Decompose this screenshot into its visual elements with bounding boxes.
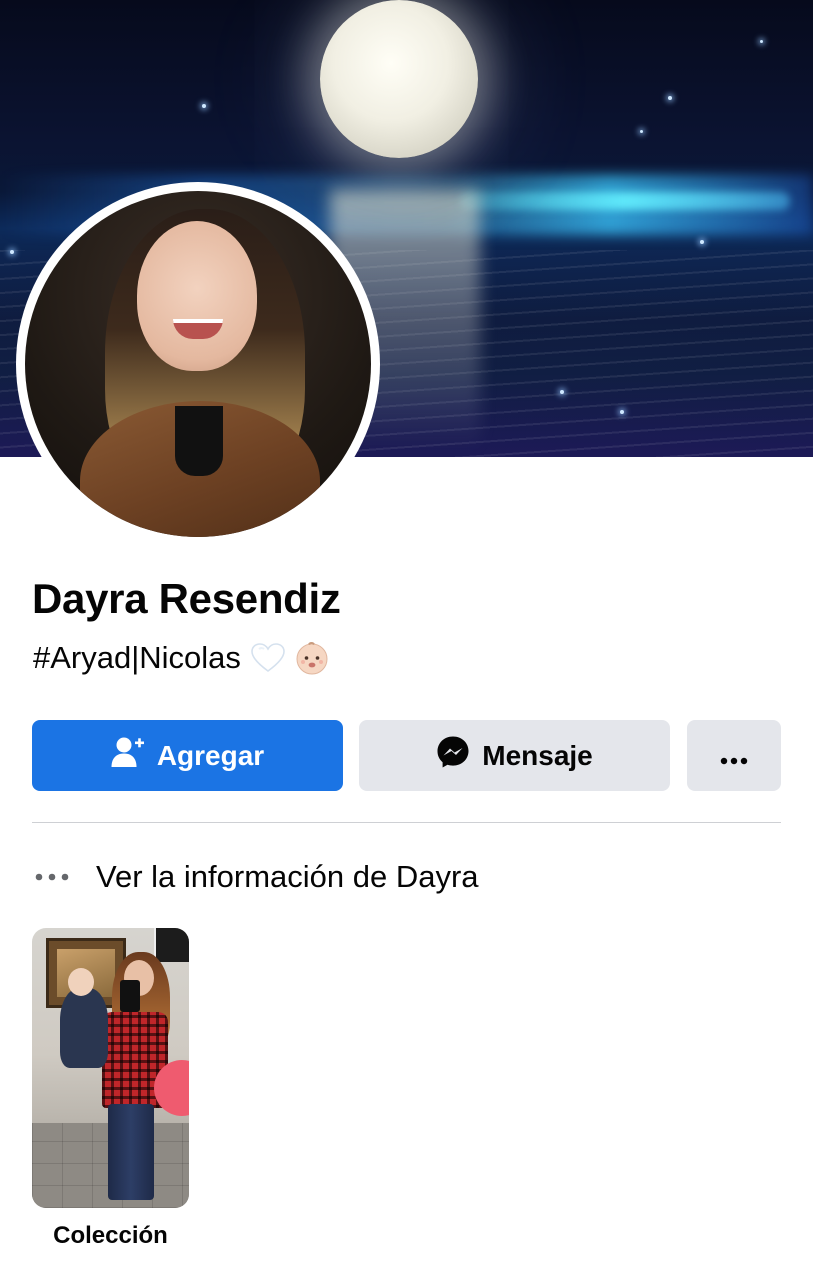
cover-sparkle [620,410,624,414]
cover-star [640,130,643,133]
add-friend-button[interactable]: Agregar [32,720,343,791]
cover-sparkle [10,250,14,254]
collection-label: Colección [53,1222,168,1249]
more-info-dots-icon [32,873,72,881]
profile-page: Dayra Resendiz #Aryad|Nicolas Agregar Me… [0,0,813,1280]
message-button[interactable]: Mensaje [359,720,670,791]
thumbnail-jeans [108,1104,154,1200]
profile-avatar[interactable] [16,182,380,546]
section-divider [32,822,781,823]
message-label: Mensaje [482,739,593,771]
more-options-button[interactable] [687,720,781,791]
thumbnail-tv [154,928,189,962]
avatar-face [137,221,257,371]
thumbnail-baby-face [68,968,94,996]
see-info-label: Ver la información de Dayra [96,859,479,894]
collection-thumbnail [32,928,189,1208]
cover-star [202,104,206,108]
messenger-icon [436,735,470,776]
bio-text: #Aryad|Nicolas [33,640,241,675]
featured-collection[interactable]: Colección [32,928,189,1250]
see-info-row[interactable]: Ver la información de Dayra [32,855,479,899]
thumbnail-phone [120,980,140,1012]
profile-bio: #Aryad|Nicolas [33,640,329,676]
cover-bioluminescent-wave [460,192,790,210]
cover-star [760,40,763,43]
baby-face-icon [295,641,329,675]
cover-sparkle [560,390,564,394]
avatar-shirt [175,406,223,476]
add-friend-label: Agregar [156,739,265,771]
white-heart-icon [251,643,285,673]
avatar-photo [25,191,371,537]
thumbnail-baby [60,988,108,1068]
cover-moon [320,0,478,158]
cover-star [668,96,672,100]
cover-sparkle [700,240,704,244]
more-dots-icon [720,740,748,772]
profile-name: Dayra Resendiz [32,575,341,622]
add-friend-icon [111,736,145,775]
